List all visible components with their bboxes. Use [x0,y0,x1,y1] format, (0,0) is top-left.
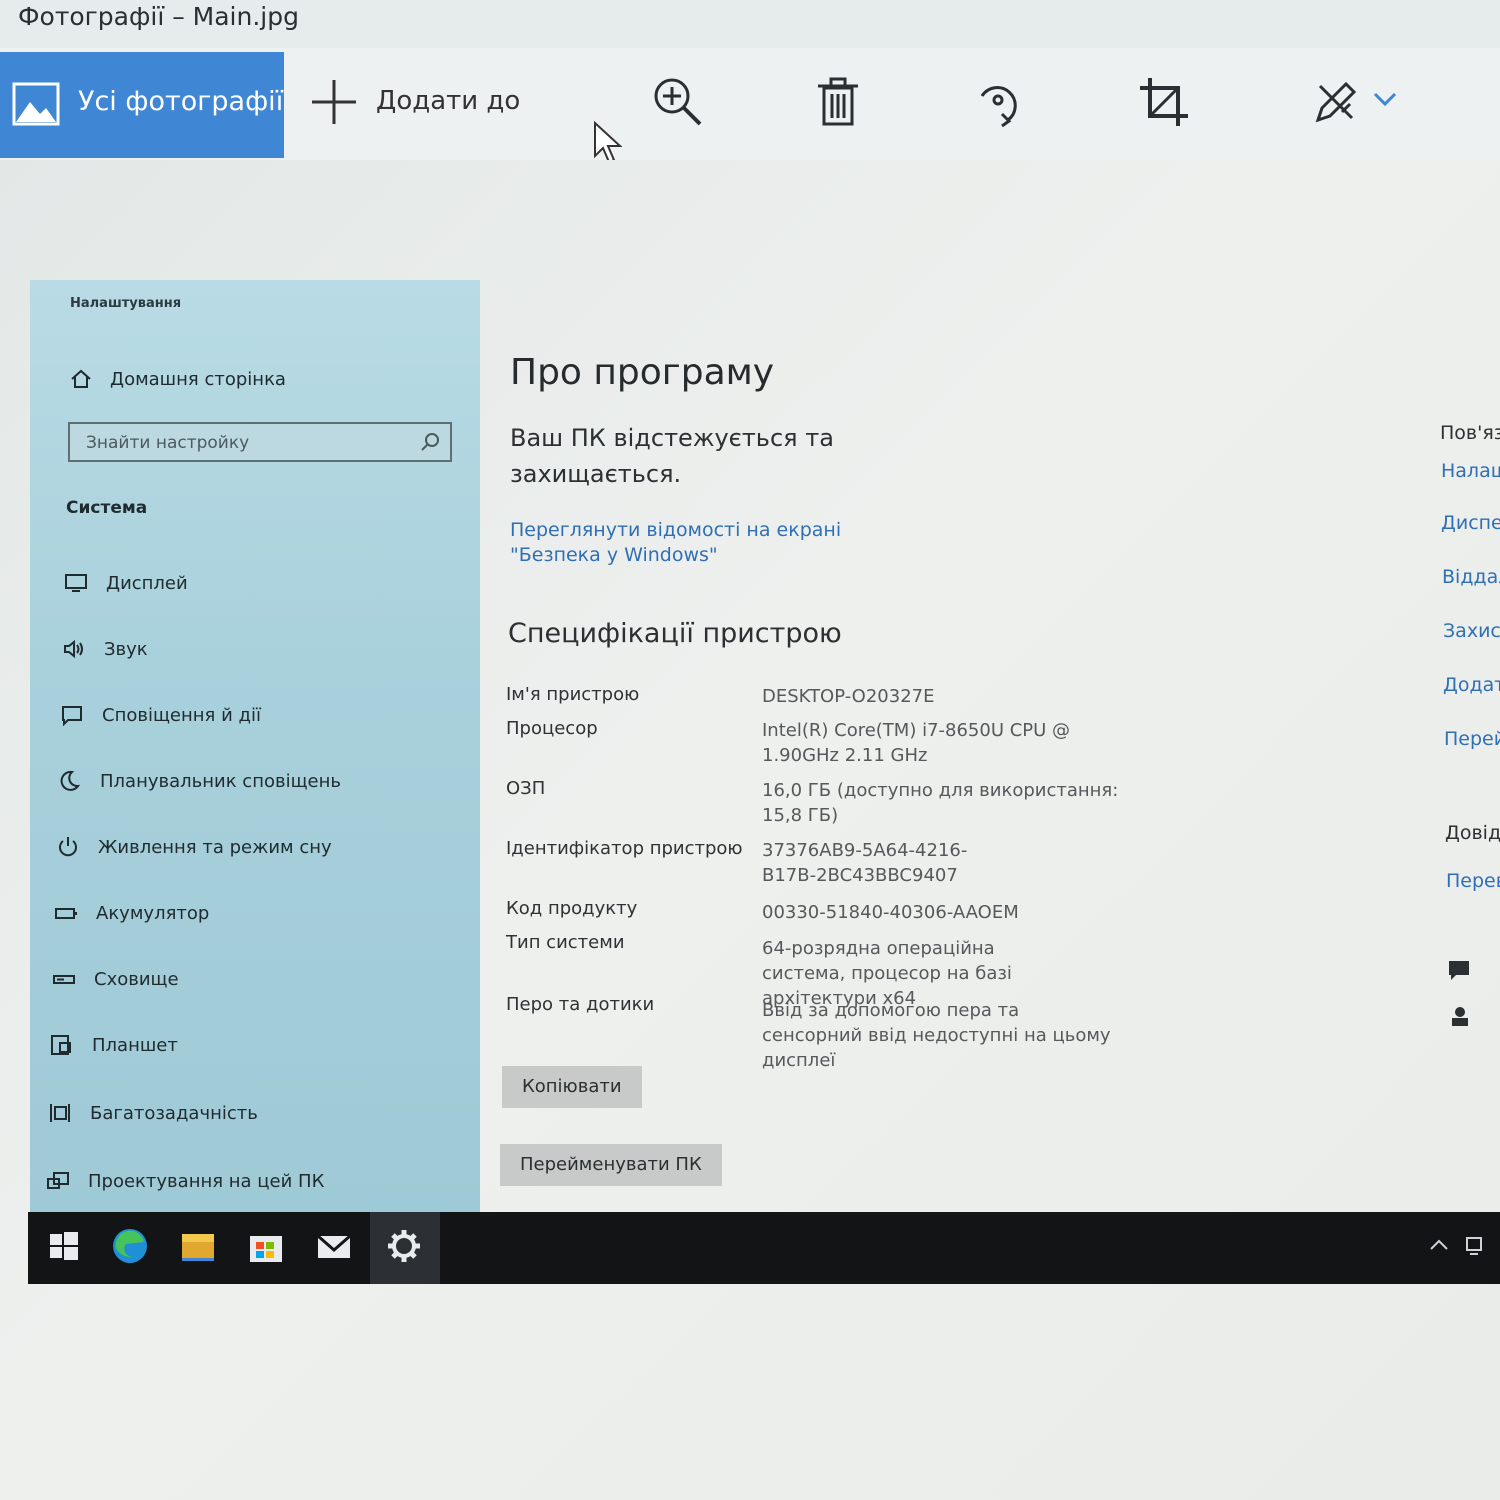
add-to-label: Додати до [376,86,521,116]
sidebar-item-label: Багатозадачність [90,1102,258,1124]
copy-button[interactable]: Копіювати [502,1066,642,1108]
speaker-icon [64,639,83,659]
monitor-icon [65,574,87,592]
sidebar-item-sound[interactable]: Звук [62,638,148,660]
related-link-2[interactable]: Диспе [1441,512,1500,534]
notification-icon [62,706,82,726]
spec-value-ram: 16,0 ГБ (доступно для використання: 15,8… [762,780,1119,826]
home-icon [71,369,91,388]
related-link-4[interactable]: Захис [1443,620,1500,642]
sidebar-item-multitasking[interactable]: Багатозадачність [48,1102,258,1124]
spec-value-processor: Intel(R) Core(TM) i7-8650U CPU @ 1.90GHz… [762,720,1071,766]
feedback-icon[interactable] [1448,1004,1472,1028]
sidebar-item-label: Сповіщення й дії [102,704,261,726]
settings-gear-icon[interactable] [380,1222,428,1270]
sidebar-item-label: Звук [104,638,148,660]
all-photos-label: Усі фотографії [78,86,284,117]
spec-label-product-id: Код продукту [506,898,638,919]
sidebar-item-label: Проектування на цей ПК [88,1170,325,1192]
spec-value-device-name: DESKTOP-O20327E [762,686,935,707]
crop-icon[interactable] [1136,74,1192,130]
spec-value-pen-touch: Ввід за допомогою пера та сенсорний ввід… [762,1000,1111,1071]
help-link[interactable]: Перев [1446,870,1500,892]
edit-icon[interactable] [1308,74,1364,130]
sidebar-item-label: Живлення та режим сну [98,836,332,858]
sidebar-item-storage[interactable]: Сховище [52,968,179,990]
chevron-up-icon[interactable] [1426,1232,1452,1258]
project-icon [47,1172,69,1189]
settings-sidebar: Налаштування Домашня сторінка Знайти нас… [30,280,480,1220]
delete-icon[interactable] [810,74,866,130]
settings-search-input[interactable]: Знайти настройку [68,422,452,462]
sidebar-item-power-sleep[interactable]: Живлення та режим сну [56,836,332,858]
spec-label-device-name: Ім'я пристрою [506,684,640,705]
rotate-icon[interactable] [972,74,1028,130]
mail-icon[interactable] [310,1222,358,1270]
all-photos-button[interactable]: Усі фотографії [0,52,284,158]
tablet-icon [51,1035,71,1055]
sidebar-item-display[interactable]: Дисплей [64,572,188,594]
battery-icon [55,908,77,919]
edge-icon[interactable] [106,1222,154,1270]
file-explorer-icon[interactable] [174,1222,222,1270]
get-help-icon[interactable] [1446,958,1472,984]
title-bar: Фотографії – Main.jpg [0,0,1500,48]
multitask-icon [50,1104,70,1122]
windows-taskbar [28,1212,1500,1284]
page-title: Про програму [510,352,775,393]
sidebar-item-label: Планувальник сповіщень [100,770,341,792]
spec-label-device-id: Ідентифікатор пристрою [506,838,743,859]
sidebar-item-label: Планшет [92,1034,178,1056]
spec-value-device-id: 37376AB9-5A64-4216-B17B-2BC43BBC9407 [762,840,968,886]
rename-pc-button[interactable]: Перейменувати ПК [500,1144,722,1186]
sidebar-item-notifications[interactable]: Сповіщення й дії [60,704,261,726]
plus-icon [312,80,356,124]
sidebar-item-battery[interactable]: Акумулятор [54,902,209,924]
home-label: Домашня сторінка [110,368,286,390]
photo-icon [12,82,60,126]
spec-label-pen-touch: Перо та дотики [506,994,655,1015]
moon-icon [60,770,81,791]
related-settings-heading: Пов'яз [1440,422,1500,444]
window-title: Фотографії – Main.jpg [18,2,299,31]
related-link-1[interactable]: Налаш [1441,460,1500,482]
sidebar-item-label: Дисплей [106,572,188,594]
sidebar-item-label: Сховище [94,968,179,990]
spec-label-ram: ОЗП [506,778,546,799]
home-nav-item[interactable]: Домашня сторінка [70,368,286,390]
related-link-5[interactable]: Додат [1443,674,1500,696]
zoom-in-icon[interactable] [648,74,704,130]
sidebar-item-focus-assist[interactable]: Планувальник сповіщень [58,770,341,792]
system-section-heading: Система [66,498,148,518]
related-link-3[interactable]: Віддал [1442,566,1500,588]
protection-status: Ваш ПК відстежується та захищається. [510,424,834,488]
network-icon[interactable] [1462,1232,1488,1258]
related-link-6[interactable]: Перей [1444,728,1500,750]
power-icon [59,837,77,857]
spec-value-product-id: 00330-51840-40306-AAOEM [762,902,1019,923]
device-specs-heading: Специфікації пристрою [508,618,842,649]
sidebar-item-tablet[interactable]: Планшет [50,1034,178,1056]
settings-app-title: Налаштування [70,296,182,311]
chevron-down-icon[interactable] [1370,74,1400,130]
spec-label-system-type: Тип системи [506,932,625,953]
sidebar-item-projecting[interactable]: Проектування на цей ПК [46,1170,324,1192]
help-heading: Довід [1445,822,1500,844]
store-icon[interactable] [242,1222,290,1270]
security-details-link[interactable]: Переглянути відомості на екрані "Безпека… [510,518,930,568]
search-icon [421,433,439,451]
storage-icon [53,975,75,984]
windows-start-icon[interactable] [40,1222,88,1270]
search-placeholder: Знайти настройку [86,433,250,453]
sidebar-item-label: Акумулятор [96,902,210,924]
spec-label-processor: Процесор [506,718,598,739]
